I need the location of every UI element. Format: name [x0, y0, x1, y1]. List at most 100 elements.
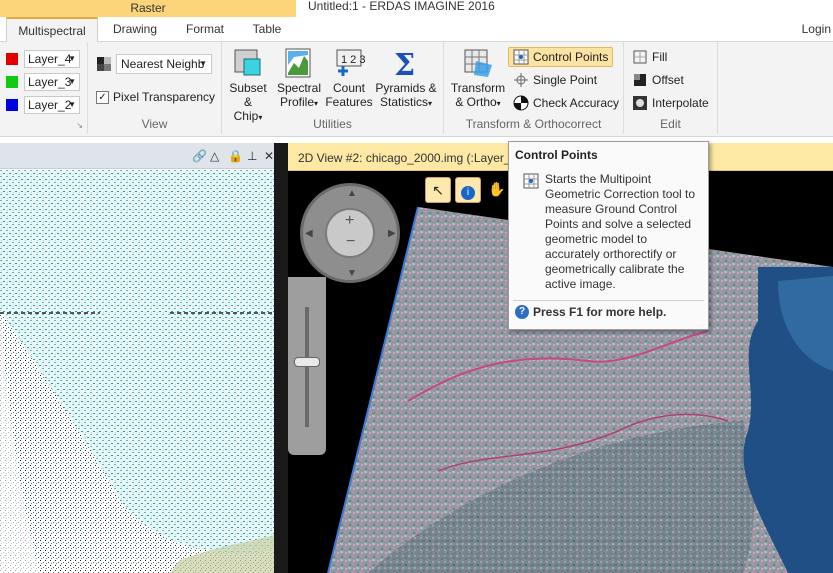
ribbon-tabs: Multispectral Drawing Format Table Login	[0, 17, 833, 43]
spectral-label-2-wrap: Profile▾	[274, 95, 324, 111]
tooltip-divider	[513, 300, 704, 301]
offset-label: Offset	[652, 73, 684, 87]
transform-label-2: & Ortho	[455, 95, 497, 109]
pyramids-statistics-button[interactable]: Σ Pyramids & Statistics▾	[374, 47, 438, 111]
transform-group: Transform & Ortho▾ Control Points Single…	[444, 42, 624, 134]
view-group-label: View	[141, 117, 168, 131]
control-points-icon	[513, 49, 529, 65]
lock-icon[interactable]: 🔒	[228, 149, 243, 163]
pixel-transparency-label: Pixel Transparency	[113, 90, 216, 104]
layer-red-row: Layer_4 ▼	[6, 50, 80, 68]
tab-format[interactable]: Format	[174, 17, 236, 42]
tab-table[interactable]: Table	[242, 17, 292, 42]
tab-multispectral[interactable]: Multispectral	[6, 17, 98, 43]
zoom-thumb[interactable]	[294, 357, 320, 367]
pyramids-label-2-wrap: Statistics▾	[374, 95, 438, 111]
pan-up-icon[interactable]: ▲	[347, 188, 357, 199]
edit-group: Fill Offset Interpolate Edit	[624, 42, 718, 134]
chevron-down-icon: ▼	[68, 77, 76, 86]
control-points-icon	[523, 173, 539, 189]
pixel-transparency-row[interactable]: ✓ Pixel Transparency	[96, 87, 215, 107]
view-splitter[interactable]	[274, 143, 288, 573]
svg-text:Σ: Σ	[394, 48, 415, 79]
raster-context-tab[interactable]: Raster	[0, 0, 296, 17]
zoom-out-icon[interactable]: −	[346, 233, 355, 251]
left-2d-view[interactable]	[0, 170, 274, 573]
fill-label: Fill	[652, 50, 668, 64]
login-link[interactable]: Login	[802, 17, 831, 42]
layer-green-row: Layer_3 ▼	[6, 73, 80, 91]
help-icon: ?	[515, 305, 529, 319]
chevron-down-icon: ▼	[68, 54, 76, 63]
resample-select[interactable]: Nearest Neighb ▼	[116, 54, 212, 74]
transform-grid-icon	[462, 47, 494, 79]
offset-button[interactable]: Offset	[632, 70, 684, 90]
close-icon[interactable]: ✕	[264, 149, 274, 163]
interpolate-icon	[632, 95, 648, 111]
layer-red-select[interactable]: Layer_4 ▼	[24, 50, 80, 68]
ribbon: Layer_4 ▼ Layer_3 ▼ Layer_2 ▼ ↘ Nearest …	[0, 42, 833, 137]
transform-label-2-wrap: & Ortho▾	[448, 95, 508, 111]
red-swatch-icon	[6, 53, 18, 65]
pan-left-icon[interactable]: ◀	[305, 228, 313, 239]
pyramids-label-2: Statistics	[379, 95, 428, 109]
control-points-label: Control Points	[533, 50, 609, 64]
pan-wheel[interactable]: ▲ ▼ ◀ ▶ + −	[300, 183, 400, 283]
transform-ortho-button[interactable]: Transform & Ortho▾	[448, 47, 508, 111]
subset-icon	[232, 47, 264, 79]
view2-title: 2D View #2: chicago_2000.img (:Layer_4)(…	[298, 151, 529, 165]
zoom-slider[interactable]	[288, 277, 326, 455]
layer-blue-row: Layer_2 ▼	[6, 96, 80, 114]
chevron-down-icon: ▾	[314, 99, 319, 108]
count-label-2: Features	[325, 95, 373, 109]
tooltip-body: Starts the Multipoint Geometric Correcti…	[545, 172, 696, 291]
layer-red-value: Layer_4	[28, 52, 72, 66]
resample-icon	[96, 56, 112, 72]
pin-icon[interactable]: ⊥	[247, 149, 257, 163]
subset-chip-button[interactable]: Subset & Chip▾	[228, 47, 268, 125]
left-view-header: 🔗 △ 🔒 ⊥ ✕	[0, 143, 278, 169]
tab-drawing[interactable]: Drawing	[104, 17, 166, 42]
zoom-in-icon[interactable]: +	[345, 212, 354, 230]
pyramids-label-1: Pyramids &	[375, 81, 437, 95]
check-accuracy-button[interactable]: Check Accuracy	[513, 93, 619, 113]
link-icon[interactable]: 🔗	[192, 149, 207, 163]
view-group: Nearest Neighb ▼ ✓ Pixel Transparency Vi…	[88, 42, 222, 134]
pan-right-icon[interactable]: ▶	[388, 228, 396, 239]
zoom-hub: + −	[325, 208, 375, 258]
chevron-down-icon: ▼	[199, 59, 207, 68]
pointer-icon: ↖	[432, 182, 444, 198]
dialog-launcher-icon[interactable]: ↘	[76, 121, 83, 130]
green-swatch-icon	[6, 76, 18, 88]
control-points-button[interactable]: Control Points	[508, 47, 614, 67]
spectral-profile-button[interactable]: Spectral Profile▾	[274, 47, 324, 111]
count-features-button[interactable]: 1 2 3 Count Features	[324, 47, 374, 109]
tooltip-title: Control Points	[515, 148, 598, 162]
select-pointer-button[interactable]: ↖	[425, 177, 451, 203]
utilities-group-label: Utilities	[313, 117, 352, 131]
zoom-slot	[305, 307, 309, 427]
utilities-group: Subset & Chip▾ Spectral Profile▾ 1 2 3 C…	[222, 42, 444, 134]
interpolate-button[interactable]: Interpolate	[632, 93, 709, 113]
subset-label-1: Subset	[229, 81, 267, 95]
hand-icon[interactable]: ✋	[488, 181, 505, 198]
fill-button[interactable]: Fill	[632, 47, 667, 67]
layer-green-select[interactable]: Layer_3 ▼	[24, 73, 80, 91]
chevron-down-icon: ▼	[68, 100, 76, 109]
layer-blue-select[interactable]: Layer_2 ▼	[24, 96, 80, 114]
spectral-label-2: Profile	[279, 95, 314, 109]
fill-icon	[632, 49, 648, 65]
triangle-icon[interactable]: △	[210, 149, 219, 163]
chevron-down-icon: ▾	[496, 99, 501, 108]
pixel-transparency-checkbox[interactable]: ✓	[96, 90, 109, 104]
layer-green-value: Layer_3	[28, 75, 72, 89]
tooltip-help-text: Press F1 for more help.	[533, 305, 667, 319]
info-icon: i	[461, 186, 475, 200]
transform-label-1: Transform	[450, 81, 506, 95]
inquire-button[interactable]: i	[455, 177, 481, 203]
blue-swatch-icon	[6, 99, 18, 111]
svg-text:1 2 3: 1 2 3	[341, 54, 365, 66]
chevron-down-icon: ▾	[428, 99, 433, 108]
pan-down-icon[interactable]: ▼	[347, 268, 357, 279]
single-point-button[interactable]: Single Point	[513, 70, 597, 90]
